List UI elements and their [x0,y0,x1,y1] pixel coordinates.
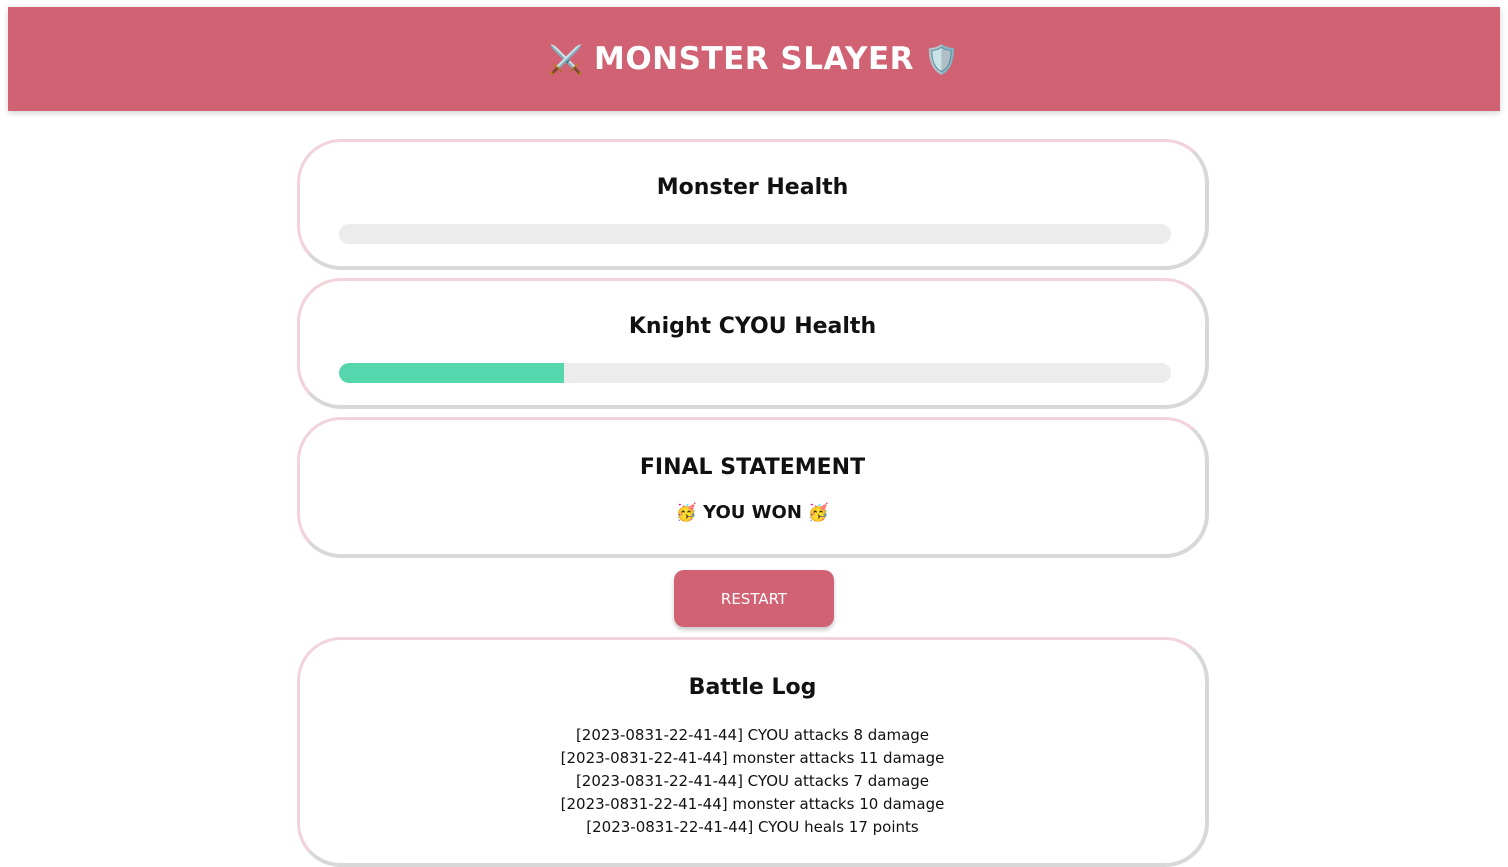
log-entry: [2023-0831-22-41-44] monster attacks 11 … [560,749,945,767]
log-entry: [2023-0831-22-41-44] monster attacks 10 … [560,795,945,813]
monster-health-bar [339,224,1171,244]
knight-health-card: Knight CYOU Health [297,278,1209,409]
knight-health-bar [339,363,1171,383]
battle-log-title: Battle Log [688,675,817,700]
restart-button[interactable]: RESTART [674,570,834,627]
log-entry: [2023-0831-22-41-44] CYOU attacks 7 dama… [575,772,930,790]
log-entry: [2023-0831-22-41-44] CYOU heals 17 point… [586,818,919,836]
party-face-icon: 🥳 [807,502,830,523]
log-entry: [2023-0831-22-41-44] CYOU attacks 8 dama… [575,726,930,744]
crossed-swords-icon: ⚔️ [548,42,584,76]
battle-log-card: Battle Log [2023-0831-22-41-44] CYOU att… [297,637,1209,867]
party-face-icon: 🥳 [675,502,698,523]
result-message: 🥳 YOU WON 🥳 [300,502,1205,523]
app-title: ⚔️ MONSTER SLAYER 🛡️ [549,41,960,77]
monster-health-title: Monster Health [656,175,849,200]
app-title-text: MONSTER SLAYER [593,41,915,77]
knight-health-fill [339,363,564,383]
knight-health-title: Knight CYOU Health [628,314,877,339]
final-statement-card: FINAL STATEMENT 🥳 YOU WON 🥳 [297,417,1209,558]
monster-health-card: Monster Health [297,139,1209,270]
shield-icon: 🛡️ [924,42,960,76]
final-statement-title: FINAL STATEMENT [639,455,866,480]
battle-log-list: [2023-0831-22-41-44] CYOU attacks 8 dama… [300,724,1205,839]
result-text: YOU WON [703,502,802,523]
app-header: ⚔️ MONSTER SLAYER 🛡️ [8,7,1500,111]
